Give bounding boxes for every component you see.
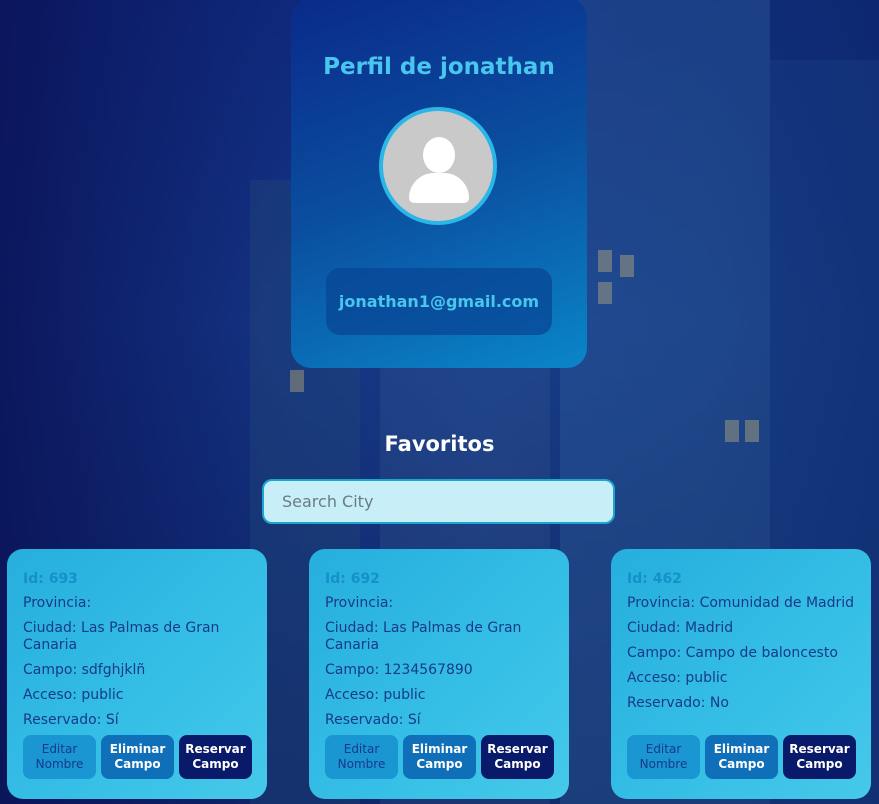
card-actions: Editar Nombre Eliminar Campo Reservar Ca… bbox=[325, 735, 554, 779]
delete-field-button[interactable]: Eliminar Campo bbox=[705, 735, 778, 779]
user-icon-body bbox=[409, 173, 469, 203]
email-display: jonathan1@gmail.com bbox=[326, 268, 552, 335]
profile-card: Perfil de jonathan jonathan1@gmail.com bbox=[291, 0, 587, 368]
field-reservado: Reservado: Sí bbox=[23, 712, 119, 728]
edit-name-button[interactable]: Editar Nombre bbox=[23, 735, 96, 779]
building-window bbox=[620, 255, 634, 277]
search-input[interactable] bbox=[262, 479, 615, 524]
reserve-field-button[interactable]: Reservar Campo bbox=[481, 735, 554, 779]
field-reservado: Reservado: Sí bbox=[325, 712, 421, 728]
favorites-title: Favoritos bbox=[384, 432, 495, 456]
building-window bbox=[598, 250, 612, 272]
delete-field-button[interactable]: Eliminar Campo bbox=[403, 735, 476, 779]
user-icon-head bbox=[423, 137, 455, 173]
edit-name-button[interactable]: Editar Nombre bbox=[325, 735, 398, 779]
field-provincia: Provincia: bbox=[325, 595, 394, 611]
reserve-field-button[interactable]: Reservar Campo bbox=[783, 735, 856, 779]
favorite-card: Id: 462 Provincia: Comunidad de Madrid C… bbox=[611, 549, 871, 799]
field-acceso: Acceso: public bbox=[23, 687, 124, 703]
field-provincia: Provincia: Comunidad de Madrid bbox=[627, 595, 855, 611]
field-id: Id: 692 bbox=[325, 571, 380, 587]
field-ciudad: Ciudad: Las Palmas de Gran Canaria bbox=[325, 620, 522, 653]
field-ciudad: Ciudad: Madrid bbox=[627, 620, 734, 636]
delete-field-button[interactable]: Eliminar Campo bbox=[101, 735, 174, 779]
field-acceso: Acceso: public bbox=[627, 670, 728, 686]
field-id: Id: 693 bbox=[23, 571, 78, 587]
reserve-field-button[interactable]: Reservar Campo bbox=[179, 735, 252, 779]
field-ciudad: Ciudad: Las Palmas de Gran Canaria bbox=[23, 620, 220, 653]
building-window bbox=[290, 370, 304, 392]
card-actions: Editar Nombre Eliminar Campo Reservar Ca… bbox=[23, 735, 252, 779]
building-window bbox=[598, 282, 612, 304]
field-acceso: Acceso: public bbox=[325, 687, 426, 703]
field-provincia: Provincia: bbox=[23, 595, 92, 611]
favorite-card: Id: 692 Provincia: Ciudad: Las Palmas de… bbox=[309, 549, 569, 799]
edit-name-button[interactable]: Editar Nombre bbox=[627, 735, 700, 779]
card-actions: Editar Nombre Eliminar Campo Reservar Ca… bbox=[627, 735, 856, 779]
field-reservado: Reservado: No bbox=[627, 695, 729, 711]
field-id: Id: 462 bbox=[627, 571, 682, 587]
field-campo: Campo: sdfghjklñ bbox=[23, 662, 146, 678]
avatar bbox=[379, 107, 497, 225]
field-campo: Campo: 1234567890 bbox=[325, 662, 473, 678]
field-campo: Campo: Campo de baloncesto bbox=[627, 645, 838, 661]
favorite-card: Id: 693 Provincia: Ciudad: Las Palmas de… bbox=[7, 549, 267, 799]
profile-title: Perfil de jonathan bbox=[323, 54, 555, 80]
